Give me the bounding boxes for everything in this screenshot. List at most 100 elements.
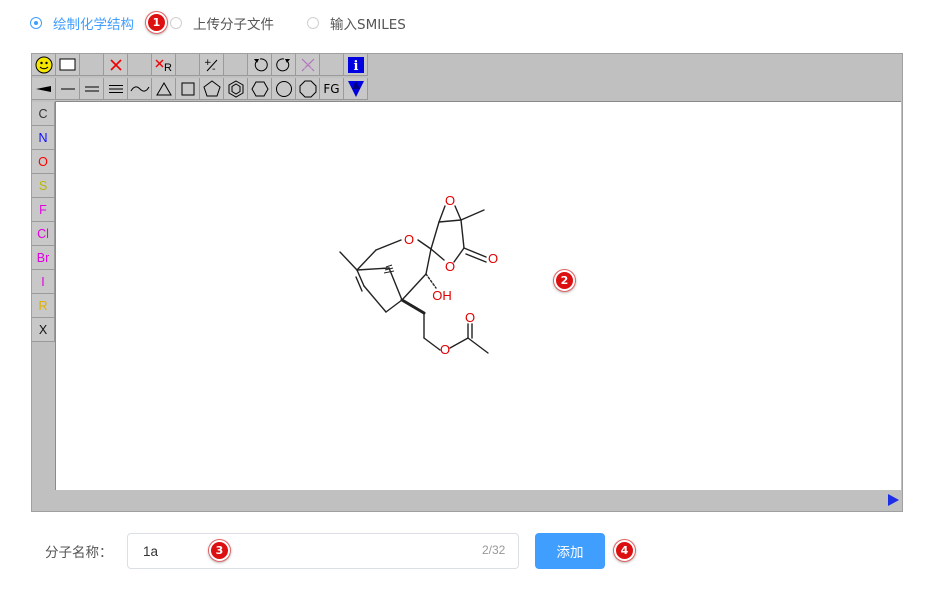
triangle-button[interactable] [152,78,176,100]
template-button[interactable] [344,78,368,100]
smiley-icon [35,56,52,73]
element-button-cl[interactable]: Cl [32,222,55,246]
triangle-icon [155,81,172,95]
callout-4: 4 [614,540,635,561]
template-icon [347,80,364,97]
element-button-r[interactable]: R [32,294,55,318]
molecule-name-input[interactable] [127,533,519,569]
heptagon-icon [275,80,292,97]
toolbar-spacer [320,54,344,76]
smiley-button[interactable] [32,54,56,76]
bond [460,219,465,249]
stereo-hash [385,264,393,268]
radio-input-smiles[interactable]: 输入SMILES [307,13,406,33]
clear-button[interactable] [296,54,320,76]
redo-button[interactable] [272,54,296,76]
element-button-f[interactable]: F [32,198,55,222]
info-button[interactable]: i [344,54,368,76]
atom-label: O [404,232,414,247]
element-button-br[interactable]: Br [32,246,55,270]
svg-text:i: i [353,59,358,74]
bond [438,205,446,223]
element-button-c[interactable]: C [32,102,55,126]
element-button-o[interactable]: O [32,150,55,174]
square-button[interactable] [176,78,200,100]
add-button[interactable]: 添加 [535,533,605,569]
bond [339,251,358,271]
callout-1: 1 [146,12,167,33]
scroll-right-arrow-icon[interactable] [888,494,899,506]
octagon-icon [299,80,316,97]
chemical-structure-editor: R + - i FG C N O S F Cl Br I R X O O O O… [31,53,903,512]
radio-dot [30,17,42,29]
molecule-name-label: 分子名称： [45,545,113,561]
info-icon: i [347,56,364,74]
pentagon-button[interactable] [200,78,224,100]
chain-icon [130,85,149,92]
square-icon [181,82,194,95]
atom-label: O [440,342,450,357]
triple-bond-icon [108,84,123,93]
benzene-button[interactable] [224,78,248,100]
charge-button[interactable]: + - [200,54,224,76]
toolbar-row-2: FG [32,78,368,100]
double-bond-icon [84,86,99,91]
atom-label: O [445,193,455,208]
functional-group-button[interactable]: FG [320,78,344,100]
radio-draw-structure[interactable]: 绘制化学结构 [30,13,134,33]
bond [388,267,403,301]
bond [467,337,489,354]
toolbar-row-1: R + - i [32,54,368,76]
chain-button[interactable] [128,78,152,100]
double-bond-button[interactable] [80,78,104,100]
delete-r-icon: R [155,59,172,73]
undo-icon [253,57,268,71]
bond [417,239,432,250]
callout-3: 3 [209,540,230,561]
single-bond-button[interactable] [56,78,80,100]
octagon-button[interactable] [296,78,320,100]
callout-2: 2 [554,270,575,291]
element-button-i[interactable]: I [32,270,55,294]
bond [423,337,441,351]
bond [401,273,427,301]
element-button-s[interactable]: S [32,174,55,198]
molecule-drawing: O O O O OH O O [339,193,498,357]
charge-icon: +- [204,58,217,73]
radio-dot [170,17,182,29]
bond [453,247,465,263]
wedge-bond-icon [35,85,51,92]
toolbar-spacer [224,54,248,76]
bond [356,249,377,271]
benzene-icon [228,79,243,98]
element-button-x[interactable]: X [32,318,55,342]
char-counter: 2/32 [482,543,506,557]
bond [356,269,365,287]
pentagon-icon [202,79,221,96]
stereo-hash [383,270,395,274]
element-button-n[interactable]: N [32,126,55,150]
bond [430,221,440,250]
bond [425,273,437,289]
hexagon-icon [250,81,269,96]
radio-dot [307,17,319,29]
delete-x-button[interactable] [104,54,128,76]
rect-select-button[interactable] [56,54,80,76]
atom-label: O [445,259,455,274]
drawing-canvas[interactable]: O O O O OH O O [55,101,901,490]
bond [356,267,390,271]
triple-bond-button[interactable] [104,78,128,100]
heptagon-button[interactable] [272,78,296,100]
undo-button[interactable] [248,54,272,76]
radio-upload-file[interactable]: 上传分子文件 [170,13,274,33]
delete-r-button[interactable]: R [152,54,176,76]
bond [385,299,403,313]
svg-text:R: R [164,62,172,73]
bond [363,285,387,313]
redo-icon [275,57,290,71]
hexagon-button[interactable] [248,78,272,100]
radio-label: 上传分子文件 [193,17,274,33]
wedge-bond-button[interactable] [32,78,56,100]
clear-icon [301,58,314,71]
element-palette: C N O S F Cl Br I R X [32,102,55,342]
